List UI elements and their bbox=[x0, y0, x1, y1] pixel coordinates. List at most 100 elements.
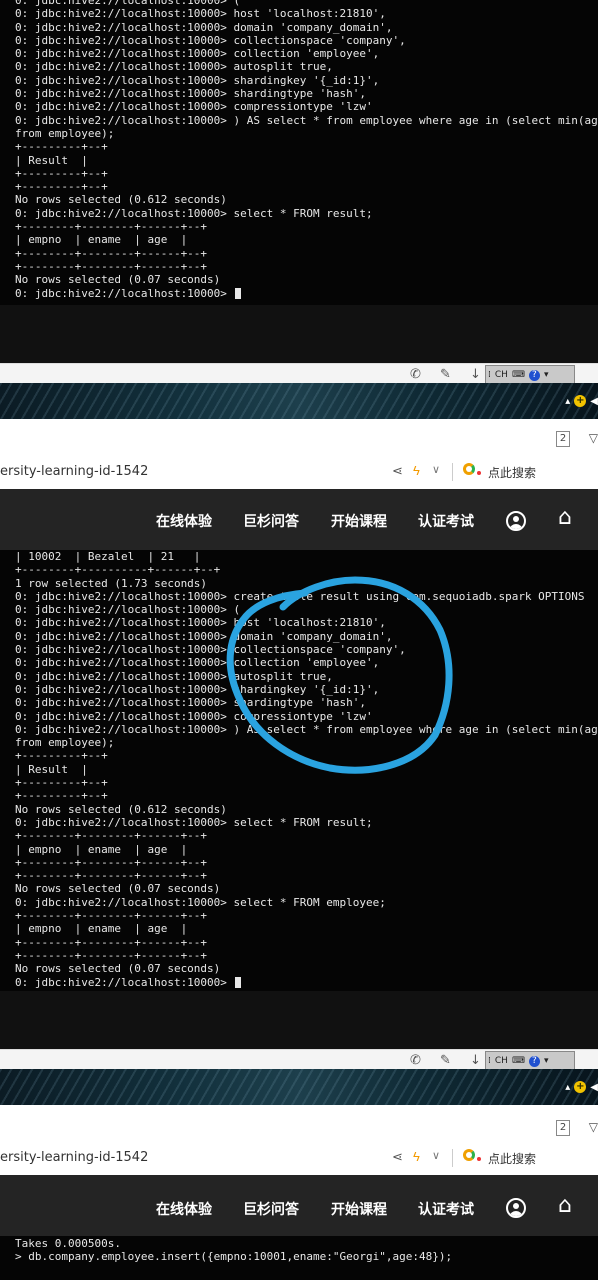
terminal-line: 0: jdbc:hive2://localhost:10000> ( bbox=[15, 0, 241, 7]
nav-item-course[interactable]: 开始课程 bbox=[331, 1199, 387, 1219]
user-icon[interactable] bbox=[506, 511, 526, 531]
terminal-line: 0: jdbc:hive2://localhost:10000> host 'l… bbox=[15, 7, 386, 21]
tab-menu-icon[interactable]: ▽ bbox=[589, 431, 598, 445]
keyboard-icon[interactable]: ⌨ bbox=[512, 1056, 525, 1066]
terminal-cursor[interactable] bbox=[234, 287, 241, 299]
lightning-icon[interactable]: ϟ bbox=[413, 463, 420, 478]
terminal-line: | Result | bbox=[15, 153, 88, 167]
desktop-strip-2: ▴ + ◀ bbox=[0, 1069, 598, 1105]
terminal-line: 0: jdbc:hive2://localhost:10000> ( bbox=[15, 603, 241, 617]
download-arrow-icon[interactable]: ↓ bbox=[470, 1053, 481, 1068]
terminal-output-3: Takes 0.000500s. > db.company.employee.in… bbox=[0, 1236, 598, 1264]
browser-tabbar-2: 2 ▽ bbox=[0, 419, 598, 456]
keyboard-icon[interactable]: ⌨ bbox=[512, 370, 525, 380]
terminal-line: +---------+--+ bbox=[15, 180, 108, 194]
terminal-line: 0: jdbc:hive2://localhost:10000> ) AS se… bbox=[15, 722, 598, 736]
terminal-line: 0: jdbc:hive2://localhost:10000> domain … bbox=[15, 629, 393, 643]
ime-toolbar[interactable]: ⁞ CH ⌨ ? ▾ bbox=[485, 1051, 575, 1070]
terminal-panel-3: Takes 0.000500s. > db.company.employee.in… bbox=[0, 1236, 598, 1280]
lightning-icon[interactable]: ϟ bbox=[413, 1149, 420, 1164]
blank-area-1 bbox=[0, 305, 598, 363]
divider bbox=[452, 1149, 453, 1167]
terminal-output-2: | 10002 | Bezalel | 21 | +--------+------… bbox=[0, 550, 598, 989]
terminal-line: No rows selected (0.07 seconds) bbox=[15, 273, 221, 287]
tray-expand-icon[interactable]: ▴ bbox=[565, 1082, 570, 1093]
terminal-line: 0: jdbc:hive2://localhost:10000> autospl… bbox=[15, 60, 333, 74]
ime-menu-icon[interactable]: ▾ bbox=[544, 1056, 549, 1066]
ime-help-icon[interactable]: ? bbox=[528, 1055, 540, 1067]
terminal-line: 0: jdbc:hive2://localhost:10000> host 'l… bbox=[15, 616, 386, 630]
chevron-down-icon[interactable]: ∨ bbox=[432, 463, 440, 476]
ime-lang[interactable]: CH bbox=[495, 1056, 508, 1066]
desktop-wallpaper bbox=[0, 383, 598, 419]
terminal-line: 0: jdbc:hive2://localhost:10000> bbox=[0, 287, 598, 300]
terminal-line: 0: jdbc:hive2://localhost:10000> collect… bbox=[15, 656, 380, 670]
address-url[interactable]: ersity-learning-id-1542 bbox=[0, 1150, 148, 1165]
terminal-output-1: 0: jdbc:hive2://localhost:10000> (0: jdb… bbox=[0, 0, 598, 300]
terminal-line: 0: jdbc:hive2://localhost:10000> bbox=[0, 976, 598, 989]
volume-icon[interactable]: ◀ bbox=[590, 1082, 598, 1093]
tab-menu-icon[interactable]: ▽ bbox=[589, 1120, 598, 1134]
user-icon[interactable] bbox=[506, 1198, 526, 1218]
share-icon[interactable]: ⋖ bbox=[392, 463, 403, 479]
search-engine-logo-icon[interactable] bbox=[463, 463, 475, 475]
terminal-line: | empno | ename | age | bbox=[15, 922, 188, 936]
home-icon[interactable]: ⌂ bbox=[558, 505, 572, 530]
site-navbar-3: 在线体验 巨杉问答 开始课程 认证考试 ⌂ bbox=[0, 1175, 598, 1236]
nav-item-qa[interactable]: 巨杉问答 bbox=[243, 511, 299, 531]
terminal-line: +--------+--------+------+--+ bbox=[15, 935, 208, 949]
nav-item-trial[interactable]: 在线体验 bbox=[156, 511, 212, 531]
terminal-line: +---------+--+ bbox=[15, 140, 108, 154]
nav-item-qa[interactable]: 巨杉问答 bbox=[243, 1199, 299, 1219]
terminal-line: 0: jdbc:hive2://localhost:10000> shardin… bbox=[15, 696, 366, 710]
home-icon[interactable]: ⌂ bbox=[558, 1193, 572, 1218]
terminal-line: 0: jdbc:hive2://localhost:10000> compres… bbox=[15, 709, 373, 723]
terminal-line: +---------+--+ bbox=[15, 776, 108, 790]
terminal-line: +--------+--------+------+--+ bbox=[15, 869, 208, 883]
terminal-line: 1 row selected (1.73 seconds) bbox=[15, 576, 208, 590]
address-url[interactable]: ersity-learning-id-1542 bbox=[0, 464, 148, 479]
search-link[interactable]: 点此搜索 bbox=[488, 464, 536, 481]
ime-menu-icon[interactable]: ▾ bbox=[544, 370, 549, 380]
download-arrow-icon[interactable]: ↓ bbox=[470, 367, 481, 382]
tab-count-badge[interactable]: 2 bbox=[556, 1120, 570, 1136]
tray-expand-icon[interactable]: ▴ bbox=[565, 396, 570, 407]
search-engine-logo-icon[interactable] bbox=[463, 1149, 475, 1161]
tray-app-icon[interactable]: + bbox=[574, 1081, 587, 1093]
terminal-line: 0: jdbc:hive2://localhost:10000> autospl… bbox=[15, 669, 333, 683]
terminal-line: | 10002 | Bezalel | 21 | bbox=[15, 550, 201, 563]
nav-item-exam[interactable]: 认证考试 bbox=[418, 511, 474, 531]
terminal-line: No rows selected (0.07 seconds) bbox=[15, 882, 221, 896]
site-navbar-2: 在线体验 巨杉问答 开始课程 认证考试 ⌂ bbox=[0, 489, 598, 550]
terminal-line: from employee); bbox=[15, 126, 115, 140]
share-icon[interactable]: ⋖ bbox=[392, 1149, 403, 1165]
terminal-line: 0: jdbc:hive2://localhost:10000> select … bbox=[15, 206, 373, 220]
pin-icon[interactable]: ✎ bbox=[440, 1053, 451, 1068]
tab-count-badge[interactable]: 2 bbox=[556, 431, 570, 447]
terminal-panel-2: | 10002 | Bezalel | 21 | +--------+------… bbox=[0, 550, 598, 991]
nav-item-trial[interactable]: 在线体验 bbox=[156, 1199, 212, 1219]
browser-addressbar-3: ersity-learning-id-1542 ⋖ ϟ ∨ 点此搜索 bbox=[0, 1141, 598, 1176]
ime-lang[interactable]: CH bbox=[495, 370, 508, 380]
network-icon[interactable]: ✆ bbox=[410, 1053, 421, 1068]
nav-item-exam[interactable]: 认证考试 bbox=[418, 1199, 474, 1219]
ime-toolbar[interactable]: ⁞ CH ⌨ ? ▾ bbox=[485, 365, 575, 384]
terminal-line: Takes 0.000500s. bbox=[15, 1237, 121, 1250]
blank-area-2 bbox=[0, 991, 598, 1049]
windows-taskbar-2: ✆ ✎ ↓ ⁞ CH ⌨ ? ▾ bbox=[0, 1049, 598, 1070]
terminal-line: +--------+----------+------+--+ bbox=[15, 563, 221, 577]
terminal-cursor[interactable] bbox=[234, 976, 241, 988]
chevron-down-icon[interactable]: ∨ bbox=[432, 1149, 440, 1162]
volume-icon[interactable]: ◀ bbox=[590, 396, 598, 407]
network-icon[interactable]: ✆ bbox=[410, 367, 421, 382]
ime-help-icon[interactable]: ? bbox=[528, 369, 540, 381]
search-link[interactable]: 点此搜索 bbox=[488, 1150, 536, 1167]
terminal-line: +--------+--------+------+--+ bbox=[15, 246, 208, 260]
ime-grip-icon: ⁞ bbox=[488, 370, 491, 380]
nav-item-course[interactable]: 开始课程 bbox=[331, 511, 387, 531]
pin-icon[interactable]: ✎ bbox=[440, 367, 451, 382]
terminal-line: > db.company.employee.insert({empno:1000… bbox=[15, 1250, 453, 1264]
terminal-line: 0: jdbc:hive2://localhost:10000> create … bbox=[15, 589, 585, 603]
divider bbox=[452, 463, 453, 481]
tray-app-icon[interactable]: + bbox=[574, 395, 587, 407]
